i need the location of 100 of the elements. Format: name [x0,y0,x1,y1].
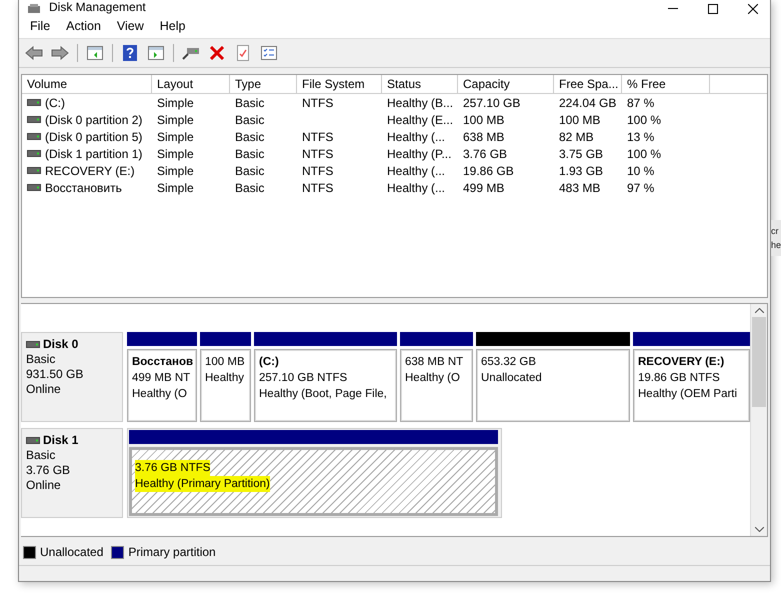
table-cell: Healthy (P... [387,146,452,160]
partition-size: 499 MB NT [132,371,190,386]
show-action-pane-button[interactable] [145,43,167,63]
table-cell: 257.10 GB [463,96,520,110]
partition-size: 100 MB [205,355,245,370]
drive-icon [27,99,41,106]
column-header[interactable]: % Free [622,75,710,93]
panel-icon [148,46,164,60]
table-cell: Healthy (B... [387,96,454,110]
disk-name: Disk 0 [43,337,78,352]
scroll-up-icon[interactable] [754,308,764,313]
table-cell: Simple [157,96,194,110]
disk-management-icon [27,4,41,14]
table-cell: Healthy (... [387,130,446,144]
table-cell: RECOVERY (E:) [45,164,135,178]
minimize-icon[interactable] [668,8,678,10]
help-icon [123,45,137,61]
legend-label: Unallocated [40,545,104,559]
table-cell: Healthy (... [387,180,446,194]
back-button[interactable] [23,43,45,63]
table-cell: 224.04 GB [559,96,616,110]
table-cell: Simple [157,130,194,144]
column-header[interactable]: File System [297,75,382,93]
table-cell: Simple [157,146,194,160]
table-cell: NTFS [302,146,334,160]
forward-button[interactable] [49,43,71,63]
partition-size: 3.76 GB NTFS [135,460,210,476]
drive-icon [27,116,41,123]
partition-size: 638 MB NT [405,355,464,370]
table-cell: (Disk 1 partition 1) [45,146,142,160]
table-cell: 499 MB [463,180,504,194]
disk-name: Disk 1 [43,433,78,448]
delete-icon [210,46,224,60]
table-cell: NTFS [302,96,334,110]
table-cell: 87 % [627,96,654,110]
partition-block[interactable]: 638 MB NT Healthy (O [400,349,473,422]
column-header[interactable]: Layout [152,75,230,93]
table-cell: 3.75 GB [559,146,604,160]
partition-block[interactable]: 653.32 GB Unallocated [476,349,630,422]
partition-block[interactable]: Восстанов 499 MB NT Healthy (O [127,349,197,422]
drive-magnifier-icon [182,46,200,60]
disk-info-panel[interactable]: Disk 0 Basic 931.50 GB Online [21,332,123,422]
partition-size: 653.32 GB [481,355,536,370]
partition-status: Healthy (O [405,371,460,386]
partition-size: 19.86 GB NTFS [638,371,720,386]
table-cell: 3.76 GB [463,146,508,160]
menu-item[interactable]: Help [152,19,192,33]
table-cell: 19.86 GB [463,164,514,178]
table-cell: NTFS [302,164,334,178]
scrollbar[interactable] [750,304,767,536]
table-cell: 82 MB [559,130,594,144]
column-header[interactable]: Type [230,75,297,93]
table-cell: Simple [157,112,194,126]
menu-item[interactable]: Action [59,19,108,33]
disk-type: Basic [26,448,56,463]
partition-block[interactable]: 100 MB Healthy [200,349,251,422]
table-cell: 638 MB [463,130,504,144]
maximize-icon[interactable] [708,4,718,14]
partition-label: (C:) [259,355,280,370]
checklist-icon [261,46,277,60]
drive-icon [27,150,41,157]
disk-status: Online [26,382,62,397]
forward-arrow-icon [51,46,69,60]
column-header[interactable]: Capacity [458,75,554,93]
partition-status: Healthy (Boot, Page File, [259,387,387,402]
disk-info-panel[interactable]: Disk 1 Basic 3.76 GB Online [21,428,123,518]
menu-item[interactable]: File [23,19,58,33]
column-header[interactable]: Status [382,75,458,93]
table-cell: Basic [235,146,264,160]
drive-icon [27,133,41,140]
table-cell: NTFS [302,130,334,144]
partition-block[interactable]: (C:) 257.10 GB NTFS Healthy (Boot, Page File, [254,349,397,422]
table-cell: NTFS [302,180,334,194]
column-header[interactable]: Free Spa... [554,75,622,93]
back-arrow-icon [25,46,43,60]
partition-status: Healthy [205,371,244,386]
table-cell: 100 MB [559,112,600,126]
table-cell: Basic [235,96,264,110]
scroll-down-icon[interactable] [754,527,764,532]
partition-block[interactable]: RECOVERY (E:) 19.86 GB NTFS Healthy (OEM Parti [633,349,750,422]
drive-icon [26,341,40,348]
menu-item[interactable]: View [110,19,151,33]
show-hide-tree-button[interactable] [84,43,106,63]
table-cell: Basic [235,112,264,126]
scrollbar-thumb[interactable] [752,317,766,407]
window-title: Disk Management [49,1,146,14]
checklist-button[interactable] [258,43,280,63]
close-icon[interactable] [748,4,758,14]
background-window-text: he [771,240,781,250]
table-cell: Simple [157,180,194,194]
table-cell: (Disk 0 partition 2) [45,112,142,126]
table-cell: Basic [235,130,264,144]
column-header[interactable]: Volume [22,75,152,93]
table-cell: 100 % [627,112,662,126]
legend-label: Primary partition [128,545,216,559]
partition-block[interactable]: 3.76 GB NTFS Healthy (Primary Partition) [129,447,498,516]
partition-label: RECOVERY (E:) [638,355,726,370]
drive-icon [27,184,41,191]
partition-status: Healthy (Primary Partition) [135,476,270,492]
table-cell: Basic [235,180,264,194]
